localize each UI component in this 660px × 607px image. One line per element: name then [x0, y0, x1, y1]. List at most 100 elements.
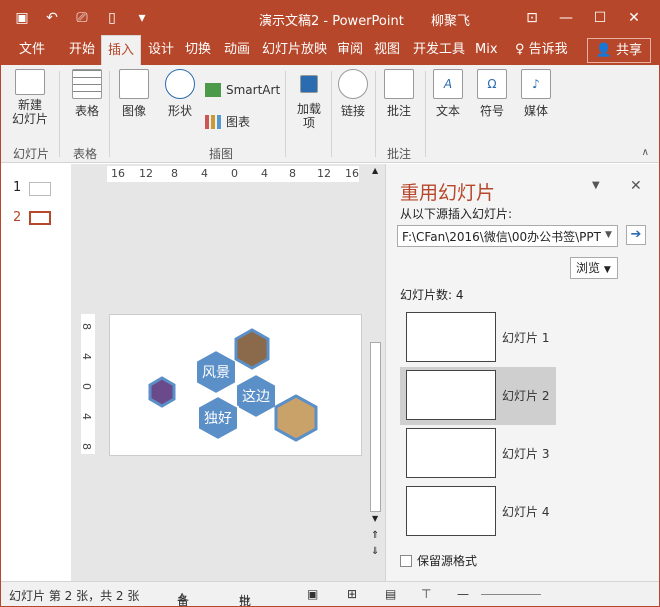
tab-review[interactable]: 审阅	[331, 35, 369, 65]
tell-me[interactable]: ♀ 告诉我	[509, 35, 574, 65]
thumb-slide-1[interactable]	[29, 182, 51, 196]
text-button[interactable]: A 文本	[431, 69, 465, 119]
ruler-tick: 8	[80, 443, 93, 450]
next-slide-icon[interactable]: ⇓	[371, 546, 379, 557]
normal-view-icon[interactable]: ▣	[307, 587, 318, 601]
tab-transitions[interactable]: 切换	[179, 35, 217, 65]
tell-me-label: 告诉我	[528, 42, 568, 57]
slideshow-view-icon[interactable]: ⊤	[421, 587, 431, 601]
maximize-icon[interactable]: ☐	[583, 7, 617, 29]
tab-insert[interactable]: 插入	[101, 35, 142, 65]
path-dropdown-icon[interactable]: ▼	[605, 230, 612, 240]
photo-hexagon-road	[148, 376, 176, 408]
keep-source-format-checkbox[interactable]: 保留源格式	[400, 552, 477, 569]
chart-label: 图表	[226, 115, 251, 129]
new-doc-icon[interactable]: ▯	[101, 8, 123, 28]
window-controls: ⊡ — ☐ ✕	[515, 7, 651, 29]
save-icon[interactable]: ▣	[11, 8, 33, 28]
sorter-view-icon[interactable]: ⊞	[347, 587, 357, 601]
comments-label: 批注	[239, 594, 252, 607]
list-item[interactable]: 幻灯片 2	[400, 367, 556, 425]
tab-mix[interactable]: Mix	[469, 35, 504, 65]
comment-button[interactable]: 批注	[381, 69, 417, 119]
group-comments-label: 批注	[387, 147, 412, 161]
close-icon[interactable]: ✕	[617, 7, 651, 29]
smartart-button[interactable]: SmartArt	[205, 83, 280, 97]
tab-animations[interactable]: 动画	[218, 35, 256, 65]
shapes-button[interactable]: 形状	[161, 69, 199, 119]
addins-button[interactable]: 加载 项	[291, 69, 327, 130]
ruler-tick: 0	[80, 383, 93, 390]
table-icon	[72, 69, 102, 99]
undo-icon[interactable]: ↶	[41, 8, 63, 28]
share-button[interactable]: 👤 共享	[586, 38, 651, 63]
scroll-down-icon[interactable]: ▼	[372, 514, 378, 523]
slide-preview	[406, 312, 496, 362]
chart-button[interactable]: 图表	[205, 113, 250, 130]
slide-canvas[interactable]: 风景 这边 独好	[109, 314, 362, 456]
title-bar: ▣ ↶ ⎚ ▯ ▾ 演示文稿2 - PowerPoint 柳聚飞 ⊡ — ☐ ✕	[1, 1, 659, 35]
present-icon[interactable]: ⎚	[71, 8, 93, 28]
ruler-tick: 8	[171, 167, 178, 180]
comment-icon	[384, 69, 414, 99]
addins-label: 加载 项	[296, 102, 321, 130]
tab-design[interactable]: 设计	[142, 35, 180, 65]
thumb-slide-2[interactable]	[29, 211, 51, 225]
new-slide-button[interactable]: 新建 幻灯片	[9, 69, 51, 126]
scroll-thumb[interactable]	[370, 342, 381, 512]
smartart-label: SmartArt	[226, 83, 281, 97]
media-button[interactable]: ♪ 媒体	[519, 69, 553, 119]
scroll-up-icon[interactable]: ▲	[372, 166, 378, 175]
list-item[interactable]: 幻灯片 4	[400, 483, 556, 541]
divider	[109, 71, 110, 157]
ruler-tick: 12	[317, 167, 331, 180]
reading-view-icon[interactable]: ▤	[385, 587, 396, 601]
zoom-slider[interactable]	[481, 594, 541, 595]
slide-preview	[406, 370, 496, 420]
thumb-number: 2	[13, 210, 22, 225]
slide-name: 幻灯片 2	[502, 389, 550, 403]
vertical-scrollbar[interactable]: ▲ ▼ ⇑ ⇓	[369, 164, 383, 581]
pane-options-icon[interactable]: ▼	[592, 180, 600, 191]
link-button[interactable]: 链接	[335, 69, 371, 119]
prev-slide-icon[interactable]: ⇑	[371, 530, 379, 541]
thumb-number: 1	[13, 180, 22, 195]
tab-developer[interactable]: 开发工具	[407, 35, 471, 65]
ruler-tick: 8	[289, 167, 296, 180]
ruler-tick: 8	[80, 323, 93, 330]
hexagon-graphic[interactable]: 风景 这边 独好	[110, 315, 363, 457]
divider	[59, 71, 60, 157]
horizontal-ruler: 16 12 8 4 0 4 8 12 16	[107, 166, 359, 182]
tab-view[interactable]: 视图	[368, 35, 406, 65]
ribbon-display-icon[interactable]: ⊡	[515, 7, 549, 29]
powerpoint-window: ▣ ↶ ⎚ ▯ ▾ 演示文稿2 - PowerPoint 柳聚飞 ⊡ — ☐ ✕…	[0, 0, 660, 607]
list-item[interactable]: 幻灯片 1	[400, 309, 556, 367]
source-path-input[interactable]: F:\CFan\2016\微信\00办公书签\PPT	[397, 225, 618, 247]
pane-close-icon[interactable]: ✕	[630, 178, 642, 194]
symbol-button[interactable]: Ω 符号	[475, 69, 509, 119]
user-name[interactable]: 柳聚飞	[431, 10, 470, 29]
image-button[interactable]: 图像	[115, 69, 153, 119]
go-arrow-button[interactable]: ➔	[626, 225, 646, 245]
zoom-out-icon[interactable]: —	[457, 587, 469, 601]
new-slide-label: 新建 幻灯片	[11, 98, 48, 126]
table-label: 表格	[74, 104, 99, 118]
collapse-ribbon-icon[interactable]: ∧	[642, 147, 649, 158]
ruler-tick: 4	[80, 413, 93, 420]
customize-icon[interactable]: ▾	[131, 8, 153, 28]
minimize-icon[interactable]: —	[549, 7, 583, 29]
tab-home[interactable]: 开始	[63, 35, 101, 65]
media-label: 媒体	[523, 104, 548, 118]
image-icon	[119, 69, 149, 99]
table-button[interactable]: 表格	[69, 69, 105, 119]
notes-label: 备注	[177, 594, 190, 607]
text-label: 文本	[435, 104, 460, 118]
omega-icon: Ω	[477, 69, 507, 99]
divider	[331, 71, 332, 157]
tab-file[interactable]: 文件	[13, 35, 51, 65]
tab-slideshow[interactable]: 幻灯片放映	[256, 35, 333, 65]
divider	[425, 71, 426, 157]
browse-button[interactable]: 浏览 ▼	[570, 257, 618, 279]
list-item[interactable]: 幻灯片 3	[400, 425, 556, 483]
slide-name: 幻灯片 3	[502, 447, 550, 461]
